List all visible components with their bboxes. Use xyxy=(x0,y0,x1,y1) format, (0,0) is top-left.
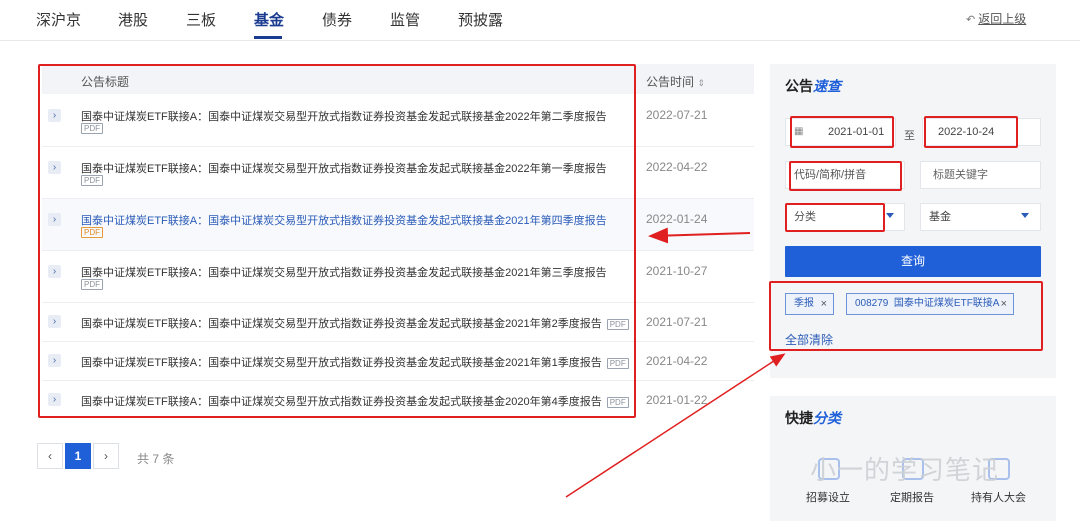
annotation-arrows xyxy=(565,227,786,498)
arrow-to-tags xyxy=(565,353,786,498)
arrow-to-row xyxy=(648,227,751,244)
